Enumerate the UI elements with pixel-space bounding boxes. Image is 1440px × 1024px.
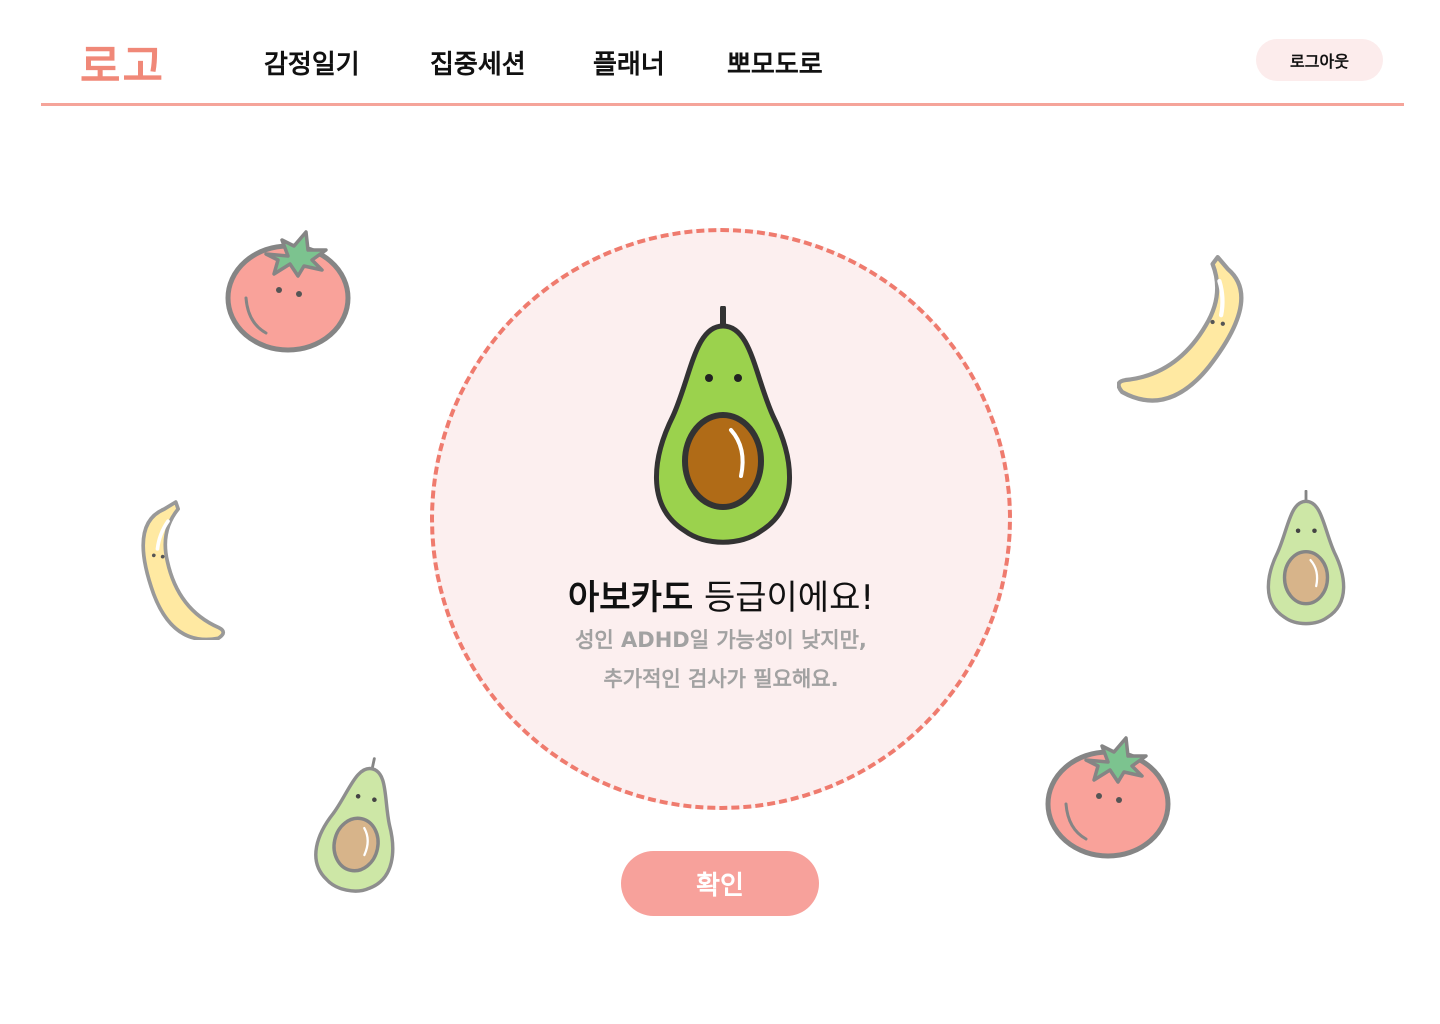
tomato-icon [222, 228, 354, 354]
banana-icon [116, 500, 260, 640]
header-divider [41, 103, 1404, 106]
logo[interactable]: 로고 [80, 30, 165, 94]
banana-icon [1117, 242, 1245, 414]
nav-item-planner[interactable]: 플래너 [593, 44, 665, 81]
avocado-icon [1266, 490, 1346, 626]
result-grade-suffix: 등급이에요! [693, 578, 874, 618]
tomato-icon [1043, 734, 1173, 860]
avocado-icon [312, 756, 408, 896]
logout-button[interactable]: 로그아웃 [1256, 39, 1383, 81]
nav-item-focus-session[interactable]: 집중세션 [430, 44, 526, 81]
nav-item-emotion-diary[interactable]: 감정일기 [264, 44, 360, 81]
result-title: 아보카도 등급이에요! [430, 570, 1012, 619]
result-description-line2: 추가적인 검사가 필요해요. [603, 667, 839, 691]
result-description-line1: 성인 ADHD일 가능성이 낮지만, [575, 628, 867, 652]
nav-item-pomodoro[interactable]: 뽀모도로 [727, 44, 823, 81]
avocado-icon [641, 306, 805, 550]
result-grade: 아보카도 [568, 578, 694, 618]
confirm-button[interactable]: 확인 [621, 851, 819, 916]
